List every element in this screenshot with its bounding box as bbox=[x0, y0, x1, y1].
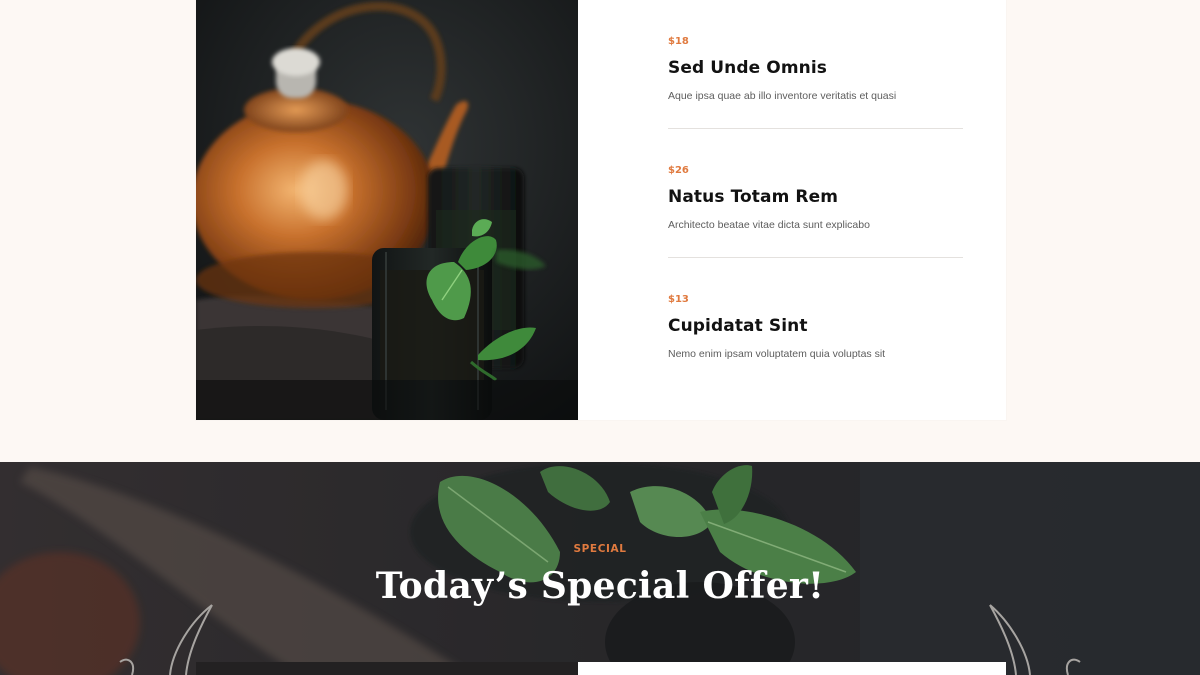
menu-item-price: $26 bbox=[668, 165, 689, 176]
menu-item[interactable]: $13 Cupidatat Sint Nemo enim ipsam volup… bbox=[668, 258, 963, 387]
menu-item-name[interactable]: Cupidatat Sint bbox=[668, 316, 808, 336]
special-offer-section: SPECIAL Today’s Special Offer! bbox=[0, 462, 1200, 675]
menu-section: $18 Sed Unde Omnis Aque ipsa quae ab ill… bbox=[0, 0, 1200, 462]
menu-item-description: Architecto beatae vitae dicta sunt expli… bbox=[668, 219, 870, 231]
teapot-photo bbox=[196, 0, 578, 420]
menu-item-name[interactable]: Sed Unde Omnis bbox=[668, 58, 827, 78]
menu-item-price: $18 bbox=[668, 36, 689, 47]
menu-list: $18 Sed Unde Omnis Aque ipsa quae ab ill… bbox=[668, 0, 963, 387]
menu-item-description: Nemo enim ipsam voluptatem quia voluptas… bbox=[668, 348, 886, 360]
special-card-photo bbox=[196, 662, 578, 675]
special-title: Today’s Special Offer! bbox=[375, 565, 825, 607]
menu-item-description: Aque ipsa quae ab illo inventore veritat… bbox=[668, 90, 897, 102]
menu-item[interactable]: $18 Sed Unde Omnis Aque ipsa quae ab ill… bbox=[668, 0, 963, 129]
special-eyebrow: SPECIAL bbox=[573, 543, 627, 555]
menu-item[interactable]: $26 Natus Totam Rem Architecto beatae vi… bbox=[668, 129, 963, 258]
menu-card: $18 Sed Unde Omnis Aque ipsa quae ab ill… bbox=[196, 0, 1006, 420]
menu-item-price: $13 bbox=[668, 294, 689, 305]
special-card-content bbox=[578, 662, 1006, 675]
menu-item-name[interactable]: Natus Totam Rem bbox=[668, 187, 838, 207]
